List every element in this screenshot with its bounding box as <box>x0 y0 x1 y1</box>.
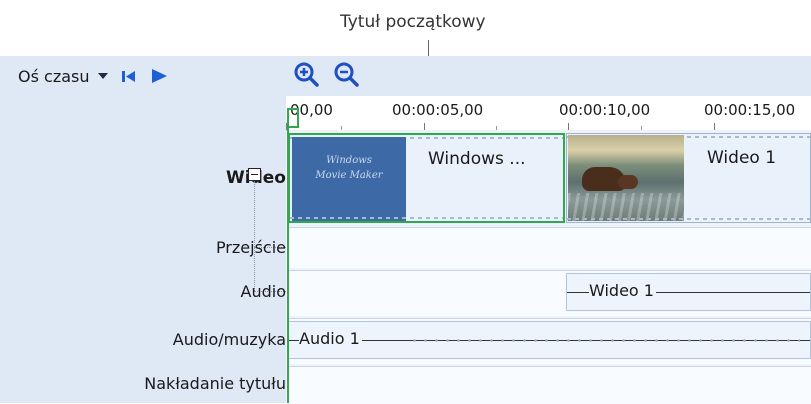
timeline-toolbar: Oś czasu <box>18 60 170 92</box>
transition-lane[interactable] <box>288 227 811 268</box>
track-label-title-overlay: Nakładanie tytułu <box>144 374 286 393</box>
thumbnail-text-line: Movie Maker <box>315 170 383 181</box>
play-icon <box>151 69 167 83</box>
play-button[interactable] <box>148 67 170 85</box>
zoom-out-button[interactable] <box>332 60 360 88</box>
title-clip[interactable]: Windows Movie Maker Windows ... <box>288 133 565 223</box>
tree-connector <box>254 181 255 291</box>
timeline-dropdown-label: Oś czasu <box>18 66 90 86</box>
ruler-tick-label: 00:00:10,00 <box>559 101 651 119</box>
music-clip-label: Audio 1 <box>299 329 362 348</box>
chevron-down-icon <box>97 73 108 79</box>
video-clip-thumbnail <box>568 135 684 221</box>
ruler-tick-label: 00:00:05,00 <box>392 101 484 119</box>
thumbnail-water <box>568 193 684 221</box>
title-clip-label: Windows ... <box>428 149 526 169</box>
ruler-tick <box>714 123 715 130</box>
skip-to-start-icon <box>121 71 135 82</box>
thumbnail-text-line: Windows <box>326 155 372 166</box>
audio-clip-label: Wideo 1 <box>589 281 656 300</box>
timeline-dropdown[interactable]: Oś czasu <box>18 67 110 86</box>
track-header-panel <box>0 56 286 403</box>
title-clip-thumbnail: Windows Movie Maker <box>292 137 406 221</box>
toolbar-background <box>286 56 811 96</box>
track-label-music: Audio/muzyka <box>172 330 286 349</box>
ruler-tick <box>568 123 569 130</box>
zoom-in-button[interactable] <box>292 60 320 88</box>
audio-clip[interactable]: Wideo 1 <box>566 273 811 311</box>
film-perforation <box>290 217 563 219</box>
collapse-icon[interactable] <box>248 168 261 181</box>
video-clip[interactable]: Wideo 1 <box>566 133 811 223</box>
ruler-tick <box>424 123 425 130</box>
zoom-out-icon <box>334 62 359 87</box>
playhead-handle[interactable] <box>287 108 299 128</box>
rewind-button[interactable] <box>120 68 138 84</box>
track-label-transition: Przejście <box>215 238 286 257</box>
playhead-line[interactable] <box>287 128 289 403</box>
ruler-tick-label: 00:00:15,00 <box>704 101 796 119</box>
zoom-in-icon <box>294 62 319 87</box>
music-clip[interactable]: Audio 1 <box>288 321 811 359</box>
time-ruler[interactable]: 00,00 00:00:05,00 00:00:10,00 00:00:15,0… <box>286 96 811 131</box>
zoom-controls <box>292 60 360 88</box>
title-overlay-lane[interactable] <box>288 366 811 404</box>
audio-waveform-dots <box>409 337 800 344</box>
callout-label: Tytuł początkowy <box>340 12 486 32</box>
track-label-audio: Audio <box>240 282 286 301</box>
thumbnail-bear-head <box>618 175 638 189</box>
video-clip-label: Wideo 1 <box>707 148 777 168</box>
film-perforation <box>567 218 810 220</box>
